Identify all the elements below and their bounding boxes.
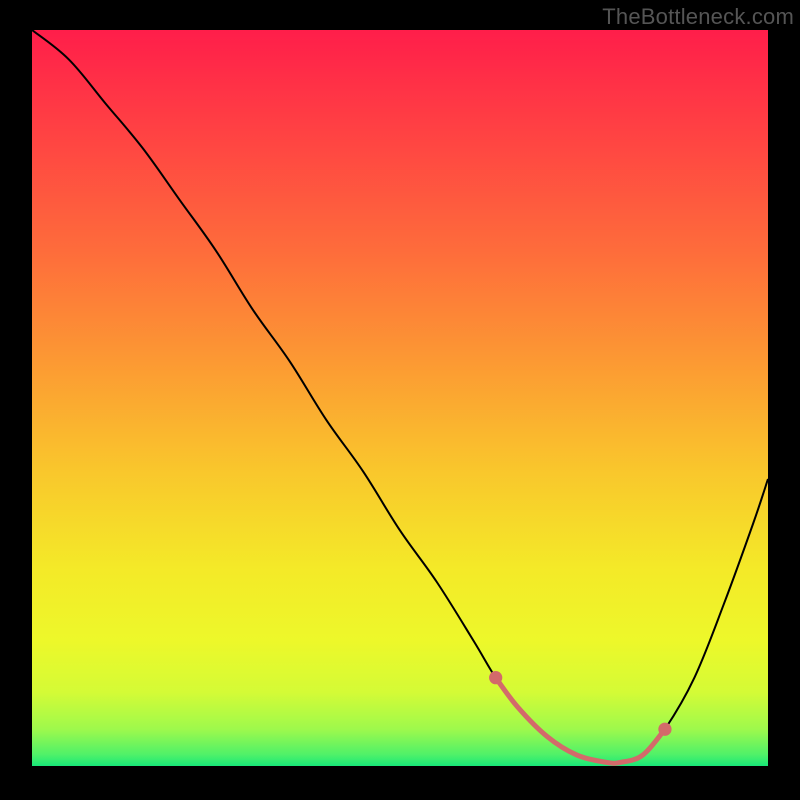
watermark-text: TheBottleneck.com — [602, 4, 794, 30]
chart-frame: TheBottleneck.com — [0, 0, 800, 800]
gradient-background — [32, 30, 768, 766]
plot-svg — [32, 30, 768, 766]
plot-area — [32, 30, 768, 770]
